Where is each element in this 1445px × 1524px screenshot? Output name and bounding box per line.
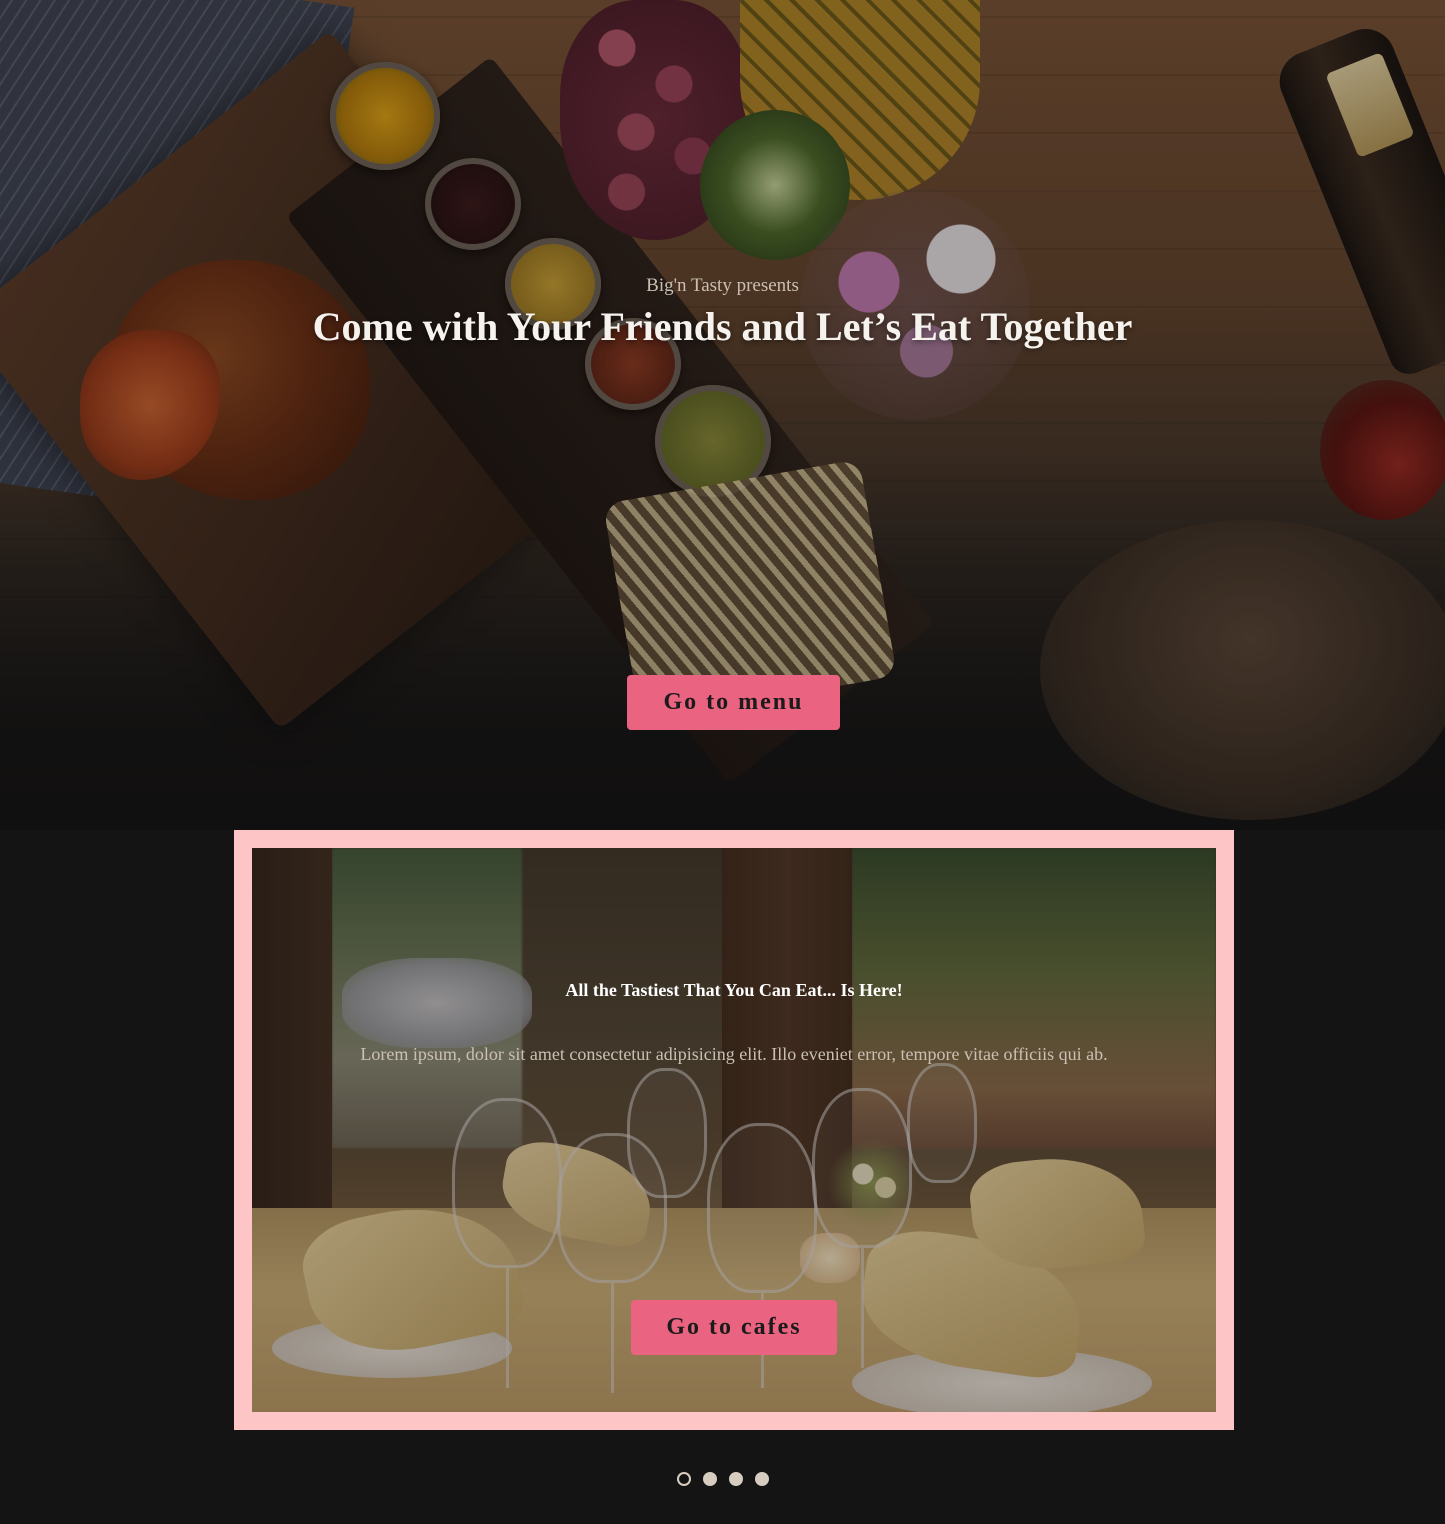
hero-subtitle: Big'n Tasty presents: [646, 275, 799, 296]
carousel-dot-2[interactable]: [702, 1472, 717, 1486]
carousel-dot-3[interactable]: [728, 1472, 743, 1486]
carousel-dot-1-active[interactable]: [676, 1472, 691, 1486]
carousel-slide-frame: All the Tastiest That You Can Eat... Is …: [234, 830, 1234, 1430]
hero-title: Come with Your Friends and Let’s Eat Tog…: [312, 304, 1133, 349]
slide-description: Lorem ipsum, dolor sit amet consectetur …: [360, 1044, 1108, 1064]
carousel-pagination: [0, 1472, 1445, 1486]
slide-title: All the Tastiest That You Can Eat... Is …: [565, 980, 903, 1000]
go-to-menu-button[interactable]: Go to menu: [627, 675, 840, 730]
hero-section: Big'n Tasty presents Come with Your Frie…: [0, 0, 1445, 830]
go-to-cafes-button[interactable]: Go to cafes: [631, 1300, 837, 1355]
carousel-slide: All the Tastiest That You Can Eat... Is …: [252, 848, 1216, 1412]
carousel-dot-4[interactable]: [754, 1472, 769, 1486]
